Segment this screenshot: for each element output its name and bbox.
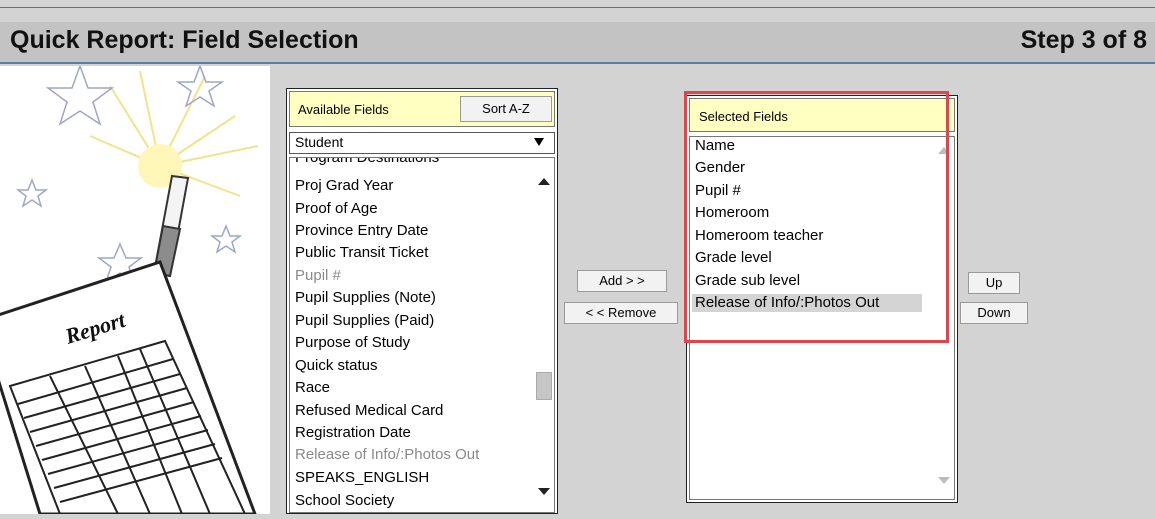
- scroll-down-icon[interactable]: [538, 488, 550, 495]
- top-divider: [0, 7, 1155, 8]
- report-illustration: Report: [0, 63, 270, 516]
- page-header: Quick Report: Field Selection Step 3 of …: [0, 22, 1155, 64]
- highlight-annotation: [684, 91, 949, 343]
- list-item[interactable]: SPEAKS_ENGLISH: [295, 469, 429, 487]
- add-button[interactable]: Add > >: [577, 270, 667, 292]
- list-item[interactable]: Refused Medical Card: [295, 402, 443, 420]
- list-item[interactable]: Program Destinations: [295, 158, 439, 167]
- list-item[interactable]: Release of Info/:Photos Out: [295, 446, 479, 464]
- list-item[interactable]: Proj Grad Year: [295, 177, 393, 195]
- page-title: Quick Report: Field Selection: [10, 26, 359, 54]
- available-fields-header: Available Fields Sort A-Z: [289, 91, 555, 127]
- remove-button[interactable]: < < Remove: [564, 302, 678, 324]
- list-item[interactable]: Purpose of Study: [295, 334, 410, 352]
- top-strip: [0, 0, 1155, 22]
- available-scrollbar[interactable]: [534, 158, 554, 512]
- list-item[interactable]: Public Transit Ticket: [295, 244, 428, 262]
- dropdown-caret-icon: [534, 138, 544, 146]
- move-up-button[interactable]: Up: [968, 272, 1020, 294]
- table-select[interactable]: Student: [289, 132, 555, 154]
- list-item[interactable]: Race: [295, 379, 330, 397]
- available-fields-list[interactable]: Program Destinations Proj Grad Year Proo…: [289, 157, 555, 513]
- list-item[interactable]: Pupil Supplies (Paid): [295, 312, 434, 330]
- report-wand-image: Report: [0, 63, 270, 516]
- scrollbar-thumb[interactable]: [536, 372, 552, 400]
- list-item[interactable]: Proof of Age: [295, 200, 378, 218]
- list-item[interactable]: Pupil #: [295, 267, 341, 285]
- move-down-button[interactable]: Down: [960, 302, 1028, 324]
- list-item[interactable]: School Society: [295, 492, 394, 510]
- list-item[interactable]: Province Entry Date: [295, 222, 428, 240]
- available-fields-title: Available Fields: [298, 102, 389, 117]
- sort-az-button[interactable]: Sort A-Z: [460, 96, 552, 122]
- step-indicator: Step 3 of 8: [1020, 26, 1147, 54]
- list-item[interactable]: Pupil Supplies (Note): [295, 289, 436, 307]
- available-fields-panel: Available Fields Sort A-Z Student Progra…: [286, 88, 558, 514]
- scroll-up-icon[interactable]: [538, 178, 550, 185]
- table-select-value: Student: [295, 134, 344, 150]
- list-item[interactable]: Registration Date: [295, 424, 411, 442]
- scroll-down-icon[interactable]: [938, 477, 950, 484]
- list-item[interactable]: Quick status: [295, 357, 378, 375]
